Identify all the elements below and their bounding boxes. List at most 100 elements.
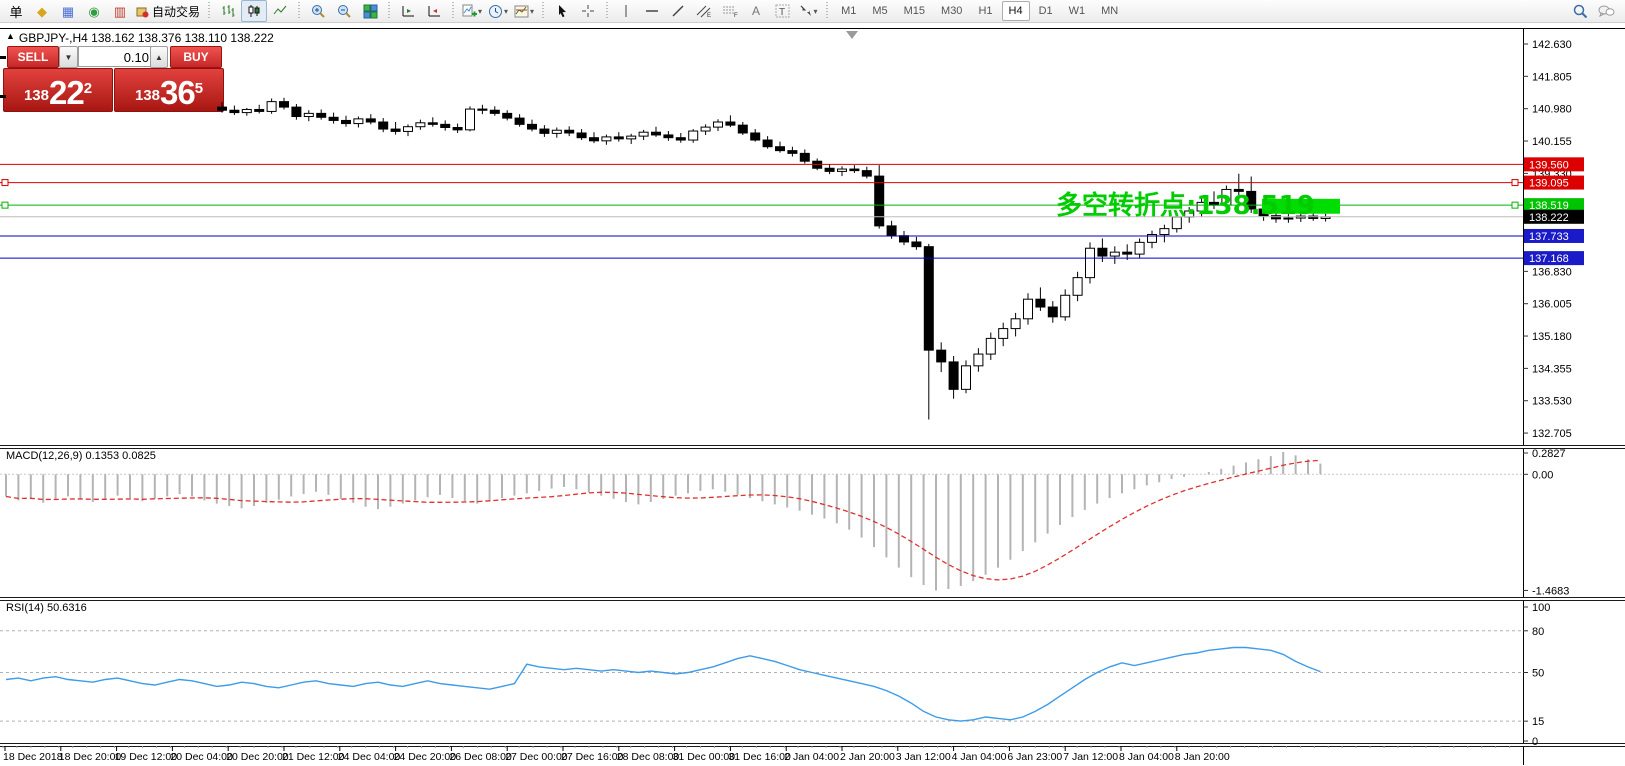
label-tool-button[interactable]: T [769, 0, 795, 22]
sell-price-big: 22 [49, 76, 84, 109]
equidistant-channel-button[interactable]: E [691, 0, 717, 22]
navigator-icon[interactable]: ◉ [81, 0, 107, 22]
arrows-tool-icon [799, 4, 813, 18]
timeframe-button-D1[interactable]: D1 [1032, 1, 1060, 21]
autotrading-button[interactable]: 自动交易 [133, 0, 203, 22]
vertical-line-button[interactable] [613, 0, 639, 22]
label-tool-icon: T [775, 4, 790, 18]
candlestick-chart-icon [247, 4, 261, 18]
timeframe-button-H4[interactable]: H4 [1002, 1, 1030, 21]
timeframe-button-W1[interactable]: W1 [1062, 1, 1093, 21]
new-order-button[interactable]: 单 [3, 0, 29, 22]
svg-text:T: T [779, 7, 785, 18]
buy-price-sup: 5 [195, 69, 203, 109]
line-chart-icon [273, 4, 287, 18]
symbol-info-text: GBPJPY-,H4 138.162 138.376 138.110 138.2… [19, 31, 274, 45]
chat-button[interactable] [1593, 0, 1619, 22]
horizontal-line-button[interactable] [639, 0, 665, 22]
cursor-button[interactable] [549, 0, 575, 22]
chat-icon [1598, 4, 1615, 19]
autotrading-icon [136, 5, 149, 18]
panel-separator-rsi[interactable] [0, 597, 1625, 601]
search-button[interactable] [1567, 0, 1593, 22]
tile-windows-icon [363, 4, 378, 19]
timeframe-button-H1[interactable]: H1 [971, 1, 999, 21]
svg-text:F: F [734, 13, 738, 18]
trendline-icon [671, 4, 685, 18]
toolbar-separator [606, 2, 608, 20]
toolbar: 单 ◆ ▦ ◉ ▥ 自动交易 ▾ ▾ ▾ E [0, 0, 1625, 23]
zoom-out-button[interactable] [331, 0, 357, 22]
zoom-in-button[interactable] [305, 0, 331, 22]
mt4-terminal: { "toolbar": { "new_order_label": "单", "… [0, 0, 1625, 766]
volume-dropdown-button[interactable]: ▼ [59, 46, 78, 68]
equidistant-channel-icon: E [696, 4, 712, 18]
chart-shift-icon [427, 4, 442, 18]
search-icon [1573, 4, 1588, 19]
one-click-trading-panel: SELL ▼ ▲ BUY 138 22 2 138 36 5 [3, 44, 223, 106]
symbol-header: ▲ GBPJPY-,H4 138.162 138.376 138.110 138… [6, 31, 274, 45]
candlestick-chart-button[interactable] [241, 0, 267, 22]
timeframe-group: M1M5M15M30H1H4D1W1MN [830, 0, 1129, 22]
templates-dropdown-arrow: ▾ [530, 7, 534, 16]
panel-separator-macd[interactable] [0, 445, 1625, 449]
trendline-button[interactable] [665, 0, 691, 22]
zoom-out-icon [337, 4, 352, 19]
line-chart-button[interactable] [267, 0, 293, 22]
periods-button[interactable]: ▾ [485, 0, 511, 22]
macd-label: MACD(12,26,9) 0.1353 0.0825 [6, 450, 156, 462]
chart-profile-icon[interactable]: ◆ [29, 0, 55, 22]
toolbar-separator [388, 2, 390, 20]
chart-shift-button[interactable] [421, 0, 447, 22]
panel-edge-mark[interactable] [0, 95, 6, 98]
text-tool-button[interactable]: A [743, 0, 769, 22]
indicators-button[interactable]: ▾ [459, 0, 485, 22]
crosshair-icon [581, 4, 595, 18]
indicators-icon [462, 4, 477, 19]
toolbar-separator [826, 2, 828, 20]
periods-dropdown-arrow: ▾ [504, 7, 508, 16]
auto-scroll-button[interactable] [395, 0, 421, 22]
bar-chart-icon [221, 4, 235, 18]
templates-icon [514, 4, 529, 19]
toolbar-separator [208, 2, 210, 20]
sell-price-button[interactable]: 138 22 2 [3, 68, 113, 112]
horizontal-line-icon [645, 5, 659, 17]
crosshair-button[interactable] [575, 0, 601, 22]
panel-edge-mark[interactable] [0, 56, 6, 59]
collapse-arrow-icon[interactable]: ▲ [6, 31, 15, 45]
time-axis-border [0, 743, 1625, 747]
buy-price-big: 36 [160, 76, 195, 109]
vertical-line-icon [620, 4, 632, 18]
tile-windows-button[interactable] [357, 0, 383, 22]
toolbar-separator [542, 2, 544, 20]
volume-input[interactable] [78, 46, 156, 67]
fibonacci-icon: F [722, 4, 738, 18]
timeframe-button-M5[interactable]: M5 [865, 1, 894, 21]
buy-price-prefix: 138 [135, 83, 160, 109]
timeframe-button-M1[interactable]: M1 [834, 1, 863, 21]
buy-price-button[interactable]: 138 36 5 [114, 68, 224, 112]
bar-chart-button[interactable] [215, 0, 241, 22]
buy-button[interactable]: BUY [170, 46, 222, 68]
auto-scroll-icon [401, 4, 416, 18]
clock-icon [488, 4, 503, 19]
volume-up-button[interactable]: ▲ [150, 46, 168, 68]
fibonacci-button[interactable]: F [717, 0, 743, 22]
timeframe-button-M30[interactable]: M30 [934, 1, 969, 21]
rsi-label: RSI(14) 50.6316 [6, 602, 87, 614]
svg-text:E: E [707, 13, 711, 18]
timeframe-button-MN[interactable]: MN [1094, 1, 1125, 21]
timeframe-button-M15[interactable]: M15 [897, 1, 932, 21]
templates-button[interactable]: ▾ [511, 0, 537, 22]
zoom-in-icon [311, 4, 326, 19]
sell-price-sup: 2 [84, 69, 92, 109]
sell-button[interactable]: SELL [7, 46, 59, 68]
market-watch-icon[interactable]: ▦ [55, 0, 81, 22]
arrows-tool-button[interactable]: ▾ [795, 0, 821, 22]
terminal-icon[interactable]: ▥ [107, 0, 133, 22]
price-axis-border [1523, 28, 1524, 765]
cursor-icon [556, 4, 569, 18]
chart-window [0, 28, 1625, 766]
toolbar-separator [452, 2, 454, 20]
